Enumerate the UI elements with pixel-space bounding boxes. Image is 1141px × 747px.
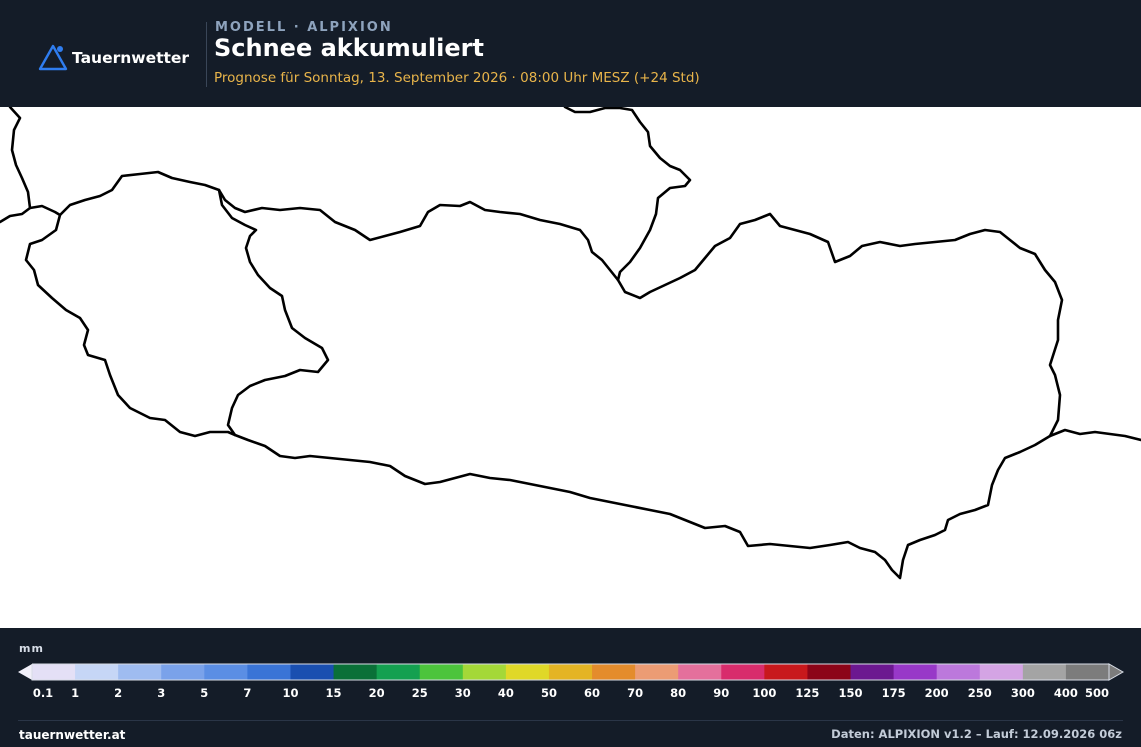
legend-tick-label: 80 xyxy=(670,686,687,700)
colorbar-bin xyxy=(678,664,722,680)
colorbar-bin xyxy=(635,664,679,680)
colorbar-bin xyxy=(893,664,938,680)
legend-tick-label: 400 xyxy=(1053,686,1078,700)
legend-tick-label: 5 xyxy=(200,686,209,700)
header-divider xyxy=(206,22,207,87)
colorbar xyxy=(18,663,1125,681)
colorbar-bin xyxy=(376,664,421,680)
legend-tick-label: 40 xyxy=(497,686,514,700)
colorbar-bin xyxy=(333,664,378,680)
legend-tick-label: 20 xyxy=(368,686,385,700)
colorbar-bin xyxy=(32,664,76,680)
legend-tick-label: 15 xyxy=(325,686,342,700)
state-border-west xyxy=(24,170,237,438)
colorbar-bin xyxy=(1065,664,1110,680)
colorbar-bin xyxy=(505,664,550,680)
site-link[interactable]: tauernwetter.at xyxy=(19,728,125,742)
legend-tick-label: 90 xyxy=(713,686,730,700)
legend-tick-label: 150 xyxy=(838,686,863,700)
legend-tick-label: 500 xyxy=(1084,686,1110,700)
legend-tick-label: 70 xyxy=(627,686,644,700)
legend-tick-label: 60 xyxy=(584,686,601,700)
colorbar-bin xyxy=(979,664,1024,680)
legend-tick-label: 10 xyxy=(282,686,299,700)
colorbar-bin xyxy=(462,664,507,680)
colorbar-bin xyxy=(118,664,162,680)
colorbar-arrow-low xyxy=(18,664,32,680)
legend-tick-label: 300 xyxy=(1010,686,1035,700)
model-label: MODELL · ALPIXION xyxy=(215,20,393,35)
mountain-triangle-icon xyxy=(38,44,68,71)
region-borders xyxy=(0,107,1141,580)
legend: mm 0.1 1 2 3 5 7 10 15 20 25 30 40 50 60 70 80 90 100 125 1… xyxy=(0,628,1141,747)
colorbar-bin xyxy=(936,664,981,680)
state-border-north xyxy=(563,107,692,282)
colorbar-bin xyxy=(807,664,852,680)
map-canvas[interactable] xyxy=(0,107,1141,628)
legend-tick-label: 100 xyxy=(752,686,777,700)
legend-tick-label: 30 xyxy=(454,686,471,700)
colorbar-bin xyxy=(75,664,119,680)
legend-tick-label: 200 xyxy=(924,686,949,700)
legend-tick-label: 0.1 xyxy=(32,686,54,700)
legend-tick-label: 7 xyxy=(243,686,252,700)
brand-name: Tauernwetter xyxy=(72,48,190,67)
legend-tick-label: 2 xyxy=(114,686,123,700)
data-source: Daten: ALPIXION v1.2 – Lauf: 12.09.2026 … xyxy=(831,727,1122,741)
colorbar-bin xyxy=(204,664,248,680)
country-border-west xyxy=(0,107,32,224)
colorbar-bin xyxy=(419,664,464,680)
colorbar-bin xyxy=(290,664,335,680)
colorbar-bin xyxy=(1022,664,1067,680)
colorbar-bin xyxy=(721,664,765,680)
legend-tick-label: 125 xyxy=(795,686,820,700)
header: Tauernwetter MODELL · ALPIXION Schnee ak… xyxy=(0,0,1141,107)
legend-tick-label: 175 xyxy=(881,686,906,700)
colorbar-bin xyxy=(592,664,636,680)
page-title: Schnee akkumuliert xyxy=(214,34,484,62)
legend-tick-label: 1 xyxy=(71,686,80,700)
country-border-west-2 xyxy=(28,204,62,217)
legend-tick-label: 3 xyxy=(157,686,166,700)
colorbar-bin xyxy=(850,664,895,680)
legend-tick-label: 50 xyxy=(540,686,557,700)
legend-tick-label: 250 xyxy=(967,686,992,700)
footer-divider xyxy=(18,720,1123,721)
legend-tick-label: 25 xyxy=(411,686,428,700)
colorbar-bin xyxy=(548,664,593,680)
forecast-time: Prognose für Sonntag, 13. September 2026… xyxy=(214,70,700,86)
colorbar-arrow-high xyxy=(1108,663,1125,681)
brand-logo[interactable]: Tauernwetter xyxy=(38,44,189,71)
colorbar-bin xyxy=(161,664,205,680)
colorbar-bin xyxy=(247,664,291,680)
country-border-east xyxy=(1048,428,1141,442)
colorbar-bin xyxy=(764,664,808,680)
